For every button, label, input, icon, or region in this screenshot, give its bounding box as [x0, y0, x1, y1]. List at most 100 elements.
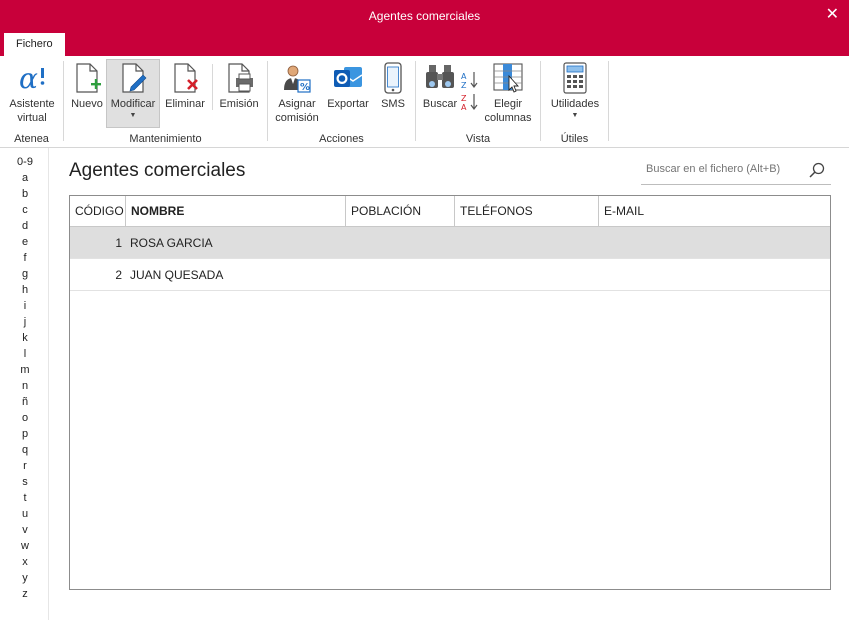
alphabet-filter-y[interactable]: y — [0, 570, 50, 586]
exportar-button[interactable]: Exportar — [324, 60, 372, 126]
emision-label: Emisión — [219, 98, 259, 110]
search-input[interactable] — [646, 163, 806, 175]
alphabet-filter-c[interactable]: c — [0, 202, 50, 218]
calculator-icon — [563, 62, 587, 94]
svg-text:Z: Z — [461, 81, 467, 90]
assign-commission-icon: % — [284, 65, 311, 93]
asignar-comision-label: Asignar comisión — [275, 98, 319, 124]
group-label-mantenimiento: Mantenimiento — [129, 133, 202, 145]
elegir-columnas-label: Elegir columnas — [484, 98, 532, 124]
alphabet-filter-m[interactable]: m — [0, 362, 50, 378]
column-header-telefonos[interactable]: TELÉFONOS — [455, 196, 599, 226]
column-header-codigo[interactable]: CÓDIGO — [70, 196, 126, 226]
sidebar-divider — [48, 148, 49, 620]
ribbon-group-atenea: α Asistente virtual Atenea — [0, 56, 63, 148]
cell-nombre: JUAN QUESADA — [130, 268, 224, 282]
alpha-icon: α — [19, 62, 45, 94]
group-label-vista: Vista — [465, 133, 491, 145]
buscar-label: Buscar — [422, 98, 458, 110]
alphabet-filter-v[interactable]: v — [0, 522, 50, 538]
choose-columns-icon — [493, 63, 523, 93]
table-row[interactable]: 2 JUAN QUESADA — [70, 259, 830, 291]
ribbon-divider — [212, 64, 213, 110]
alphabet-filter-b[interactable]: b — [0, 186, 50, 202]
nuevo-button[interactable]: Nuevo — [68, 60, 106, 126]
alphabet-filter-o[interactable]: o — [0, 410, 50, 426]
tab-fichero[interactable]: Fichero — [4, 33, 65, 56]
ribbon-tab-strip: Fichero — [0, 33, 849, 56]
modificar-button[interactable]: Modificar ▼ — [106, 59, 160, 128]
alphabet-filter-p[interactable]: p — [0, 426, 50, 442]
cell-poblacion — [351, 259, 451, 291]
sort-az-icon: A Z — [461, 72, 478, 90]
page-title: Agentes comerciales — [69, 160, 246, 181]
table-header: CÓDIGO NOMBRE POBLACIÓN TELÉFONOS E-MAIL — [70, 196, 830, 227]
group-label-acciones: Acciones — [319, 133, 364, 145]
alphabet-filter-z[interactable]: z — [0, 586, 50, 602]
alphabet-filter-h[interactable]: h — [0, 282, 50, 298]
alphabet-filter-r[interactable]: r — [0, 458, 50, 474]
cell-telefonos — [460, 259, 595, 291]
alphabet-filter-i[interactable]: i — [0, 298, 50, 314]
close-icon[interactable]: ✕ — [826, 4, 839, 24]
alphabet-filter-t[interactable]: t — [0, 490, 50, 506]
alphabet-filter-x[interactable]: x — [0, 554, 50, 570]
svg-text:Z: Z — [461, 94, 467, 103]
alphabet-filter-s[interactable]: s — [0, 474, 50, 490]
elegir-columnas-button[interactable]: Elegir columnas — [483, 60, 533, 126]
ribbon-group-mantenimiento: Nuevo Modificar ▼ Eliminar Emisión Mante… — [64, 56, 267, 148]
ribbon-group-vista: Buscar A Z Z A Elegir columnas Vista — [416, 56, 540, 148]
sms-button[interactable]: SMS — [376, 60, 410, 126]
table-row[interactable]: 1 ROSA GARCIA — [70, 227, 830, 259]
exportar-label: Exportar — [327, 98, 369, 110]
cell-codigo: 1 — [115, 236, 122, 250]
alphabet-filter-f[interactable]: f — [0, 250, 50, 266]
cell-codigo: 2 — [115, 268, 122, 282]
column-header-nombre[interactable]: NOMBRE — [126, 196, 346, 226]
asignar-comision-button[interactable]: % Asignar comisión — [274, 60, 320, 126]
modificar-label: Modificar — [110, 98, 156, 110]
alphabet-filter-u[interactable]: u — [0, 506, 50, 522]
phone-icon — [384, 62, 402, 94]
svg-text:A: A — [461, 103, 467, 112]
column-header-email[interactable]: E-MAIL — [599, 196, 830, 226]
cell-nombre: ROSA GARCIA — [130, 236, 213, 250]
window-title: Agentes comerciales — [368, 9, 481, 23]
chevron-down-icon: ▼ — [571, 112, 579, 119]
sort-ascending-button[interactable]: A Z — [460, 70, 480, 90]
ribbon-group-acciones: % Asignar comisión Exportar SMS Acciones — [268, 56, 415, 148]
eliminar-button[interactable]: Eliminar — [162, 60, 208, 126]
search-icon[interactable] — [808, 161, 826, 179]
column-header-poblacion[interactable]: POBLACIÓN — [346, 196, 455, 226]
chevron-down-icon: ▼ — [129, 112, 137, 119]
ribbon-divider — [608, 61, 609, 141]
alphabet-filter-d[interactable]: d — [0, 218, 50, 234]
alphabet-filter-q[interactable]: q — [0, 442, 50, 458]
alphabet-filter-j[interactable]: j — [0, 314, 50, 330]
alphabet-filter-a[interactable]: a — [0, 170, 50, 186]
print-document-icon — [228, 63, 253, 93]
sort-descending-button[interactable]: Z A — [460, 92, 480, 112]
buscar-button[interactable]: Buscar — [420, 60, 460, 126]
outlook-icon — [334, 67, 363, 87]
alphabet-filter-g[interactable]: g — [0, 266, 50, 282]
utilidades-button[interactable]: Utilidades ▼ — [545, 60, 605, 126]
alphabet-filter-k[interactable]: k — [0, 330, 50, 346]
alphabet-index: 0-9 a b c d e f g h i j k l m n ñ o p q r s t u v w x y z — [0, 154, 50, 602]
alphabet-filter-w[interactable]: w — [0, 538, 50, 554]
asistente-virtual-button[interactable]: α Asistente virtual — [3, 60, 61, 126]
alphabet-filter-l[interactable]: l — [0, 346, 50, 362]
alphabet-filter-n[interactable]: n — [0, 378, 50, 394]
utilidades-label: Utilidades — [550, 98, 600, 110]
alphabet-filter-ñ[interactable]: ñ — [0, 394, 50, 410]
eliminar-label: Eliminar — [165, 98, 205, 110]
alphabet-filter-e[interactable]: e — [0, 234, 50, 250]
new-document-icon — [76, 63, 101, 93]
emision-button[interactable]: Emisión — [216, 60, 262, 126]
alphabet-filter-digits[interactable]: 0-9 — [0, 154, 50, 170]
delete-document-icon — [174, 63, 198, 93]
edit-document-icon — [122, 63, 147, 93]
group-label-atenea: Atenea — [14, 133, 49, 145]
title-bar: Agentes comerciales ✕ — [0, 0, 849, 33]
group-label-utiles: Útiles — [560, 133, 589, 145]
